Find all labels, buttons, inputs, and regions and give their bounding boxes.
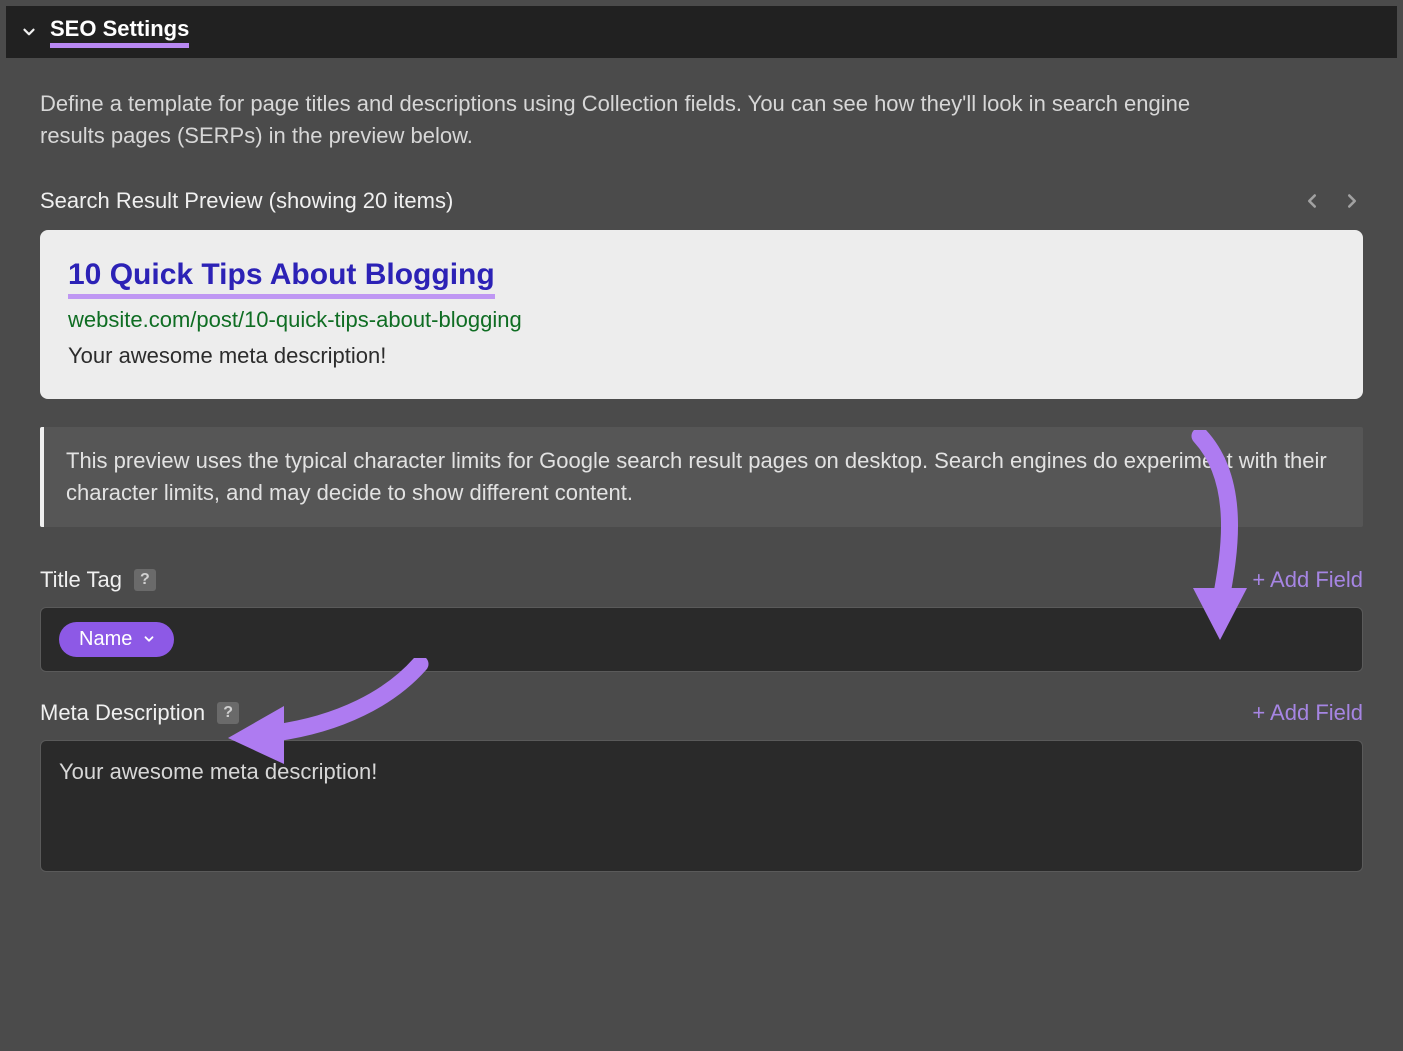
title-tag-input[interactable]: Name xyxy=(40,607,1363,672)
meta-description-label: Meta Description xyxy=(40,700,205,726)
help-icon[interactable]: ? xyxy=(134,569,156,591)
title-tag-section: Title Tag ? + Add Field Name xyxy=(40,567,1363,672)
chip-label: Name xyxy=(79,628,132,651)
add-field-button[interactable]: + Add Field xyxy=(1252,567,1363,593)
content-body: Define a template for page titles and de… xyxy=(6,58,1397,934)
title-tag-label: Title Tag xyxy=(40,567,122,593)
serp-preview-card: 10 Quick Tips About Blogging website.com… xyxy=(40,230,1363,399)
section-header[interactable]: SEO Settings xyxy=(6,6,1397,58)
meta-description-input[interactable]: Your awesome meta description! xyxy=(40,740,1363,872)
meta-description-value: Your awesome meta description! xyxy=(59,759,377,785)
intro-description: Define a template for page titles and de… xyxy=(40,88,1200,152)
section-title: SEO Settings xyxy=(50,16,189,48)
info-note: This preview uses the typical character … xyxy=(40,427,1363,527)
serp-url: website.com/post/10-quick-tips-about-blo… xyxy=(68,307,1335,333)
serp-description: Your awesome meta description! xyxy=(68,343,1335,369)
help-icon[interactable]: ? xyxy=(217,702,239,724)
preview-label: Search Result Preview (showing 20 items) xyxy=(40,188,453,214)
next-icon[interactable] xyxy=(1341,186,1363,216)
preview-header: Search Result Preview (showing 20 items) xyxy=(40,186,1363,216)
chevron-down-icon xyxy=(142,632,156,646)
meta-description-section: Meta Description ? + Add Field Your awes… xyxy=(40,700,1363,872)
collapse-toggle-icon[interactable] xyxy=(20,23,38,41)
field-chip-name[interactable]: Name xyxy=(59,622,174,657)
add-field-button[interactable]: + Add Field xyxy=(1252,700,1363,726)
prev-icon[interactable] xyxy=(1301,186,1323,216)
preview-nav xyxy=(1301,186,1363,216)
serp-title: 10 Quick Tips About Blogging xyxy=(68,258,495,299)
